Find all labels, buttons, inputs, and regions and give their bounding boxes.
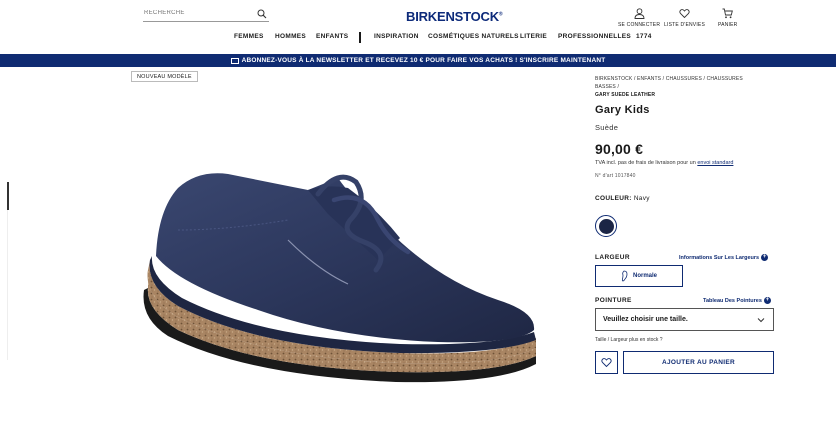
nav-item-enfants[interactable]: ENFANTS — [316, 33, 348, 40]
tax-note-text: TVA incl. pas de frais de livraison pour… — [595, 160, 696, 166]
wishlist-link[interactable]: LISTE D'ENVIES — [664, 8, 705, 28]
nav-item-inspiration[interactable]: INSPIRATION — [374, 33, 419, 40]
color-label: COULEUR: Navy — [595, 195, 650, 202]
plus-icon: + — [761, 254, 769, 261]
search-box[interactable] — [143, 7, 269, 22]
brand-logo[interactable]: BIRKENSTOCK® — [406, 9, 503, 24]
main-nav: FEMMES HOMMES ENFANTS INSPIRATION COSMÉT… — [0, 32, 836, 45]
brand-logo-text: BIRKENSTOCK — [406, 9, 499, 24]
color-swatch-navy[interactable] — [595, 215, 617, 237]
nav-item-literie[interactable]: LITERIE — [520, 33, 547, 40]
size-chart-link[interactable]: Tableau Des Pointures + — [703, 297, 771, 304]
newsletter-banner[interactable]: ABONNEZ-VOUS À LA NEWSLETTER ET RECEVEZ … — [0, 54, 836, 67]
breadcrumb-item[interactable]: BIRKENSTOCK — [595, 76, 632, 82]
search-input[interactable] — [144, 10, 252, 16]
add-to-wishlist-button[interactable] — [595, 351, 618, 374]
plus-icon: + — [763, 297, 771, 304]
add-to-cart-button[interactable]: AJOUTER AU PANIER — [623, 351, 774, 374]
shipping-link[interactable]: envoi standard — [697, 160, 733, 166]
nav-item-cosmetiques[interactable]: COSMÉTIQUES NATURELS — [428, 33, 519, 40]
envelope-icon — [230, 57, 239, 64]
registered-mark: ® — [498, 11, 503, 18]
cart-label: PANIER — [718, 22, 738, 28]
account-label: SE CONNECTER — [618, 22, 661, 28]
nav-item-1774[interactable]: 1774 — [636, 33, 652, 40]
size-select-value: Veuillez choisir une taille. — [603, 316, 688, 323]
user-icon — [634, 8, 645, 19]
gallery-scroll-track[interactable] — [7, 210, 8, 360]
gallery-scroll-thumb[interactable] — [7, 182, 9, 210]
account-link[interactable]: SE CONNECTER — [618, 8, 660, 28]
product-image[interactable] — [138, 160, 548, 392]
nav-item-hommes[interactable]: HOMMES — [275, 33, 306, 40]
size-label: POINTURE — [595, 297, 632, 304]
heart-icon — [679, 9, 690, 19]
product-material: Suède — [595, 123, 619, 132]
wishlist-label: LISTE D'ENVIES — [664, 22, 705, 28]
new-model-badge: NOUVEAU MODÈLE — [131, 71, 198, 82]
breadcrumb-item[interactable]: ENFANTS — [637, 76, 661, 82]
search-icon[interactable] — [257, 9, 267, 19]
width-label: LARGEUR — [595, 254, 630, 261]
nav-item-professionnelles[interactable]: PROFESSIONNELLES — [558, 33, 631, 40]
site-header: BIRKENSTOCK® SE CONNECTER LISTE D'ENVIES… — [0, 0, 836, 54]
banner-text: ABONNEZ-VOUS À LA NEWSLETTER ET RECEVEZ … — [241, 57, 518, 64]
product-title: Gary Kids — [595, 104, 650, 116]
product-price: 90,00 € — [595, 141, 644, 157]
color-value: Navy — [633, 195, 650, 202]
width-option-label: Normale — [633, 273, 658, 279]
banner-cta[interactable]: S'INSCRIRE MAINTENANT — [520, 57, 606, 64]
nav-item-femmes[interactable]: FEMMES — [234, 33, 264, 40]
foot-width-icon — [621, 270, 628, 282]
cart-link[interactable]: PANIER — [718, 8, 737, 28]
width-option-normale[interactable]: Normale — [595, 265, 683, 287]
width-info-link[interactable]: Informations Sur Les Largeurs + — [679, 254, 769, 261]
tax-note: TVA incl. pas de frais de livraison pour… — [595, 160, 733, 166]
breadcrumb: BIRKENSTOCK / ENFANTS / CHAUSSURES / CHA… — [595, 76, 743, 98]
chevron-down-icon — [757, 318, 765, 323]
heart-icon — [601, 358, 612, 368]
breadcrumb-item[interactable]: CHAUSSURES — [666, 76, 702, 82]
cart-icon — [722, 8, 734, 19]
size-select[interactable]: Veuillez choisir une taille. — [595, 308, 774, 331]
nav-divider — [359, 32, 361, 43]
width-info-text: Informations Sur Les Largeurs — [679, 254, 760, 261]
color-swatch-dot — [598, 218, 614, 234]
color-label-title: COULEUR: — [595, 195, 632, 202]
size-chart-text: Tableau Des Pointures — [703, 297, 762, 304]
stock-notify-link[interactable]: Taille / Largeur plus en stock ? — [595, 337, 663, 343]
breadcrumb-current: GARY SUEDE LEATHER — [595, 92, 656, 98]
article-number: N° d'art 1017840 — [595, 173, 636, 179]
